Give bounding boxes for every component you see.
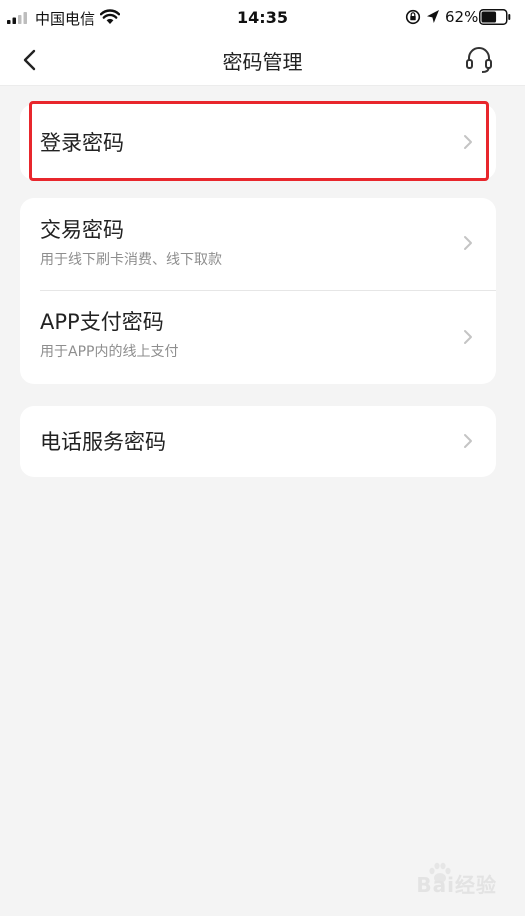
navigation-bar: 密码管理 (0, 34, 525, 86)
app-payment-password-item[interactable]: APP支付密码 用于APP内的线上支付 (20, 291, 496, 384)
chevron-right-icon (464, 135, 472, 149)
battery-percent: 62% (445, 8, 479, 26)
page-title: 密码管理 (222, 50, 303, 74)
chevron-right-icon (464, 236, 472, 250)
headset-icon (466, 47, 492, 73)
watermark-text: Bai经验 (416, 873, 497, 897)
app-payment-password-title: APP支付密码 (40, 310, 164, 334)
transaction-password-title: 交易密码 (40, 218, 124, 242)
rotation-lock-icon (405, 9, 421, 25)
customer-service-button[interactable] (462, 43, 496, 77)
login-password-title: 登录密码 (40, 131, 124, 155)
battery-icon (479, 9, 511, 25)
location-arrow-icon (427, 10, 439, 23)
phone-service-password-card: 电话服务密码 (20, 406, 496, 477)
phone-service-password-item[interactable]: 电话服务密码 (20, 406, 496, 477)
chevron-right-icon (464, 434, 472, 448)
payment-passwords-card: 交易密码 用于线下刷卡消费、线下取款 APP支付密码 用于APP内的线上支付 (20, 198, 496, 384)
transaction-password-description: 用于线下刷卡消费、线下取款 (40, 252, 222, 268)
login-password-card: 登录密码 (20, 104, 496, 180)
phone-service-password-title: 电话服务密码 (40, 430, 166, 454)
app-payment-password-description: 用于APP内的线上支付 (40, 344, 179, 360)
chevron-right-icon (464, 330, 472, 344)
status-bar: 中国电信 14:35 62% (0, 0, 525, 34)
transaction-password-item[interactable]: 交易密码 用于线下刷卡消费、线下取款 (20, 198, 496, 290)
login-password-item[interactable]: 登录密码 (20, 104, 496, 180)
